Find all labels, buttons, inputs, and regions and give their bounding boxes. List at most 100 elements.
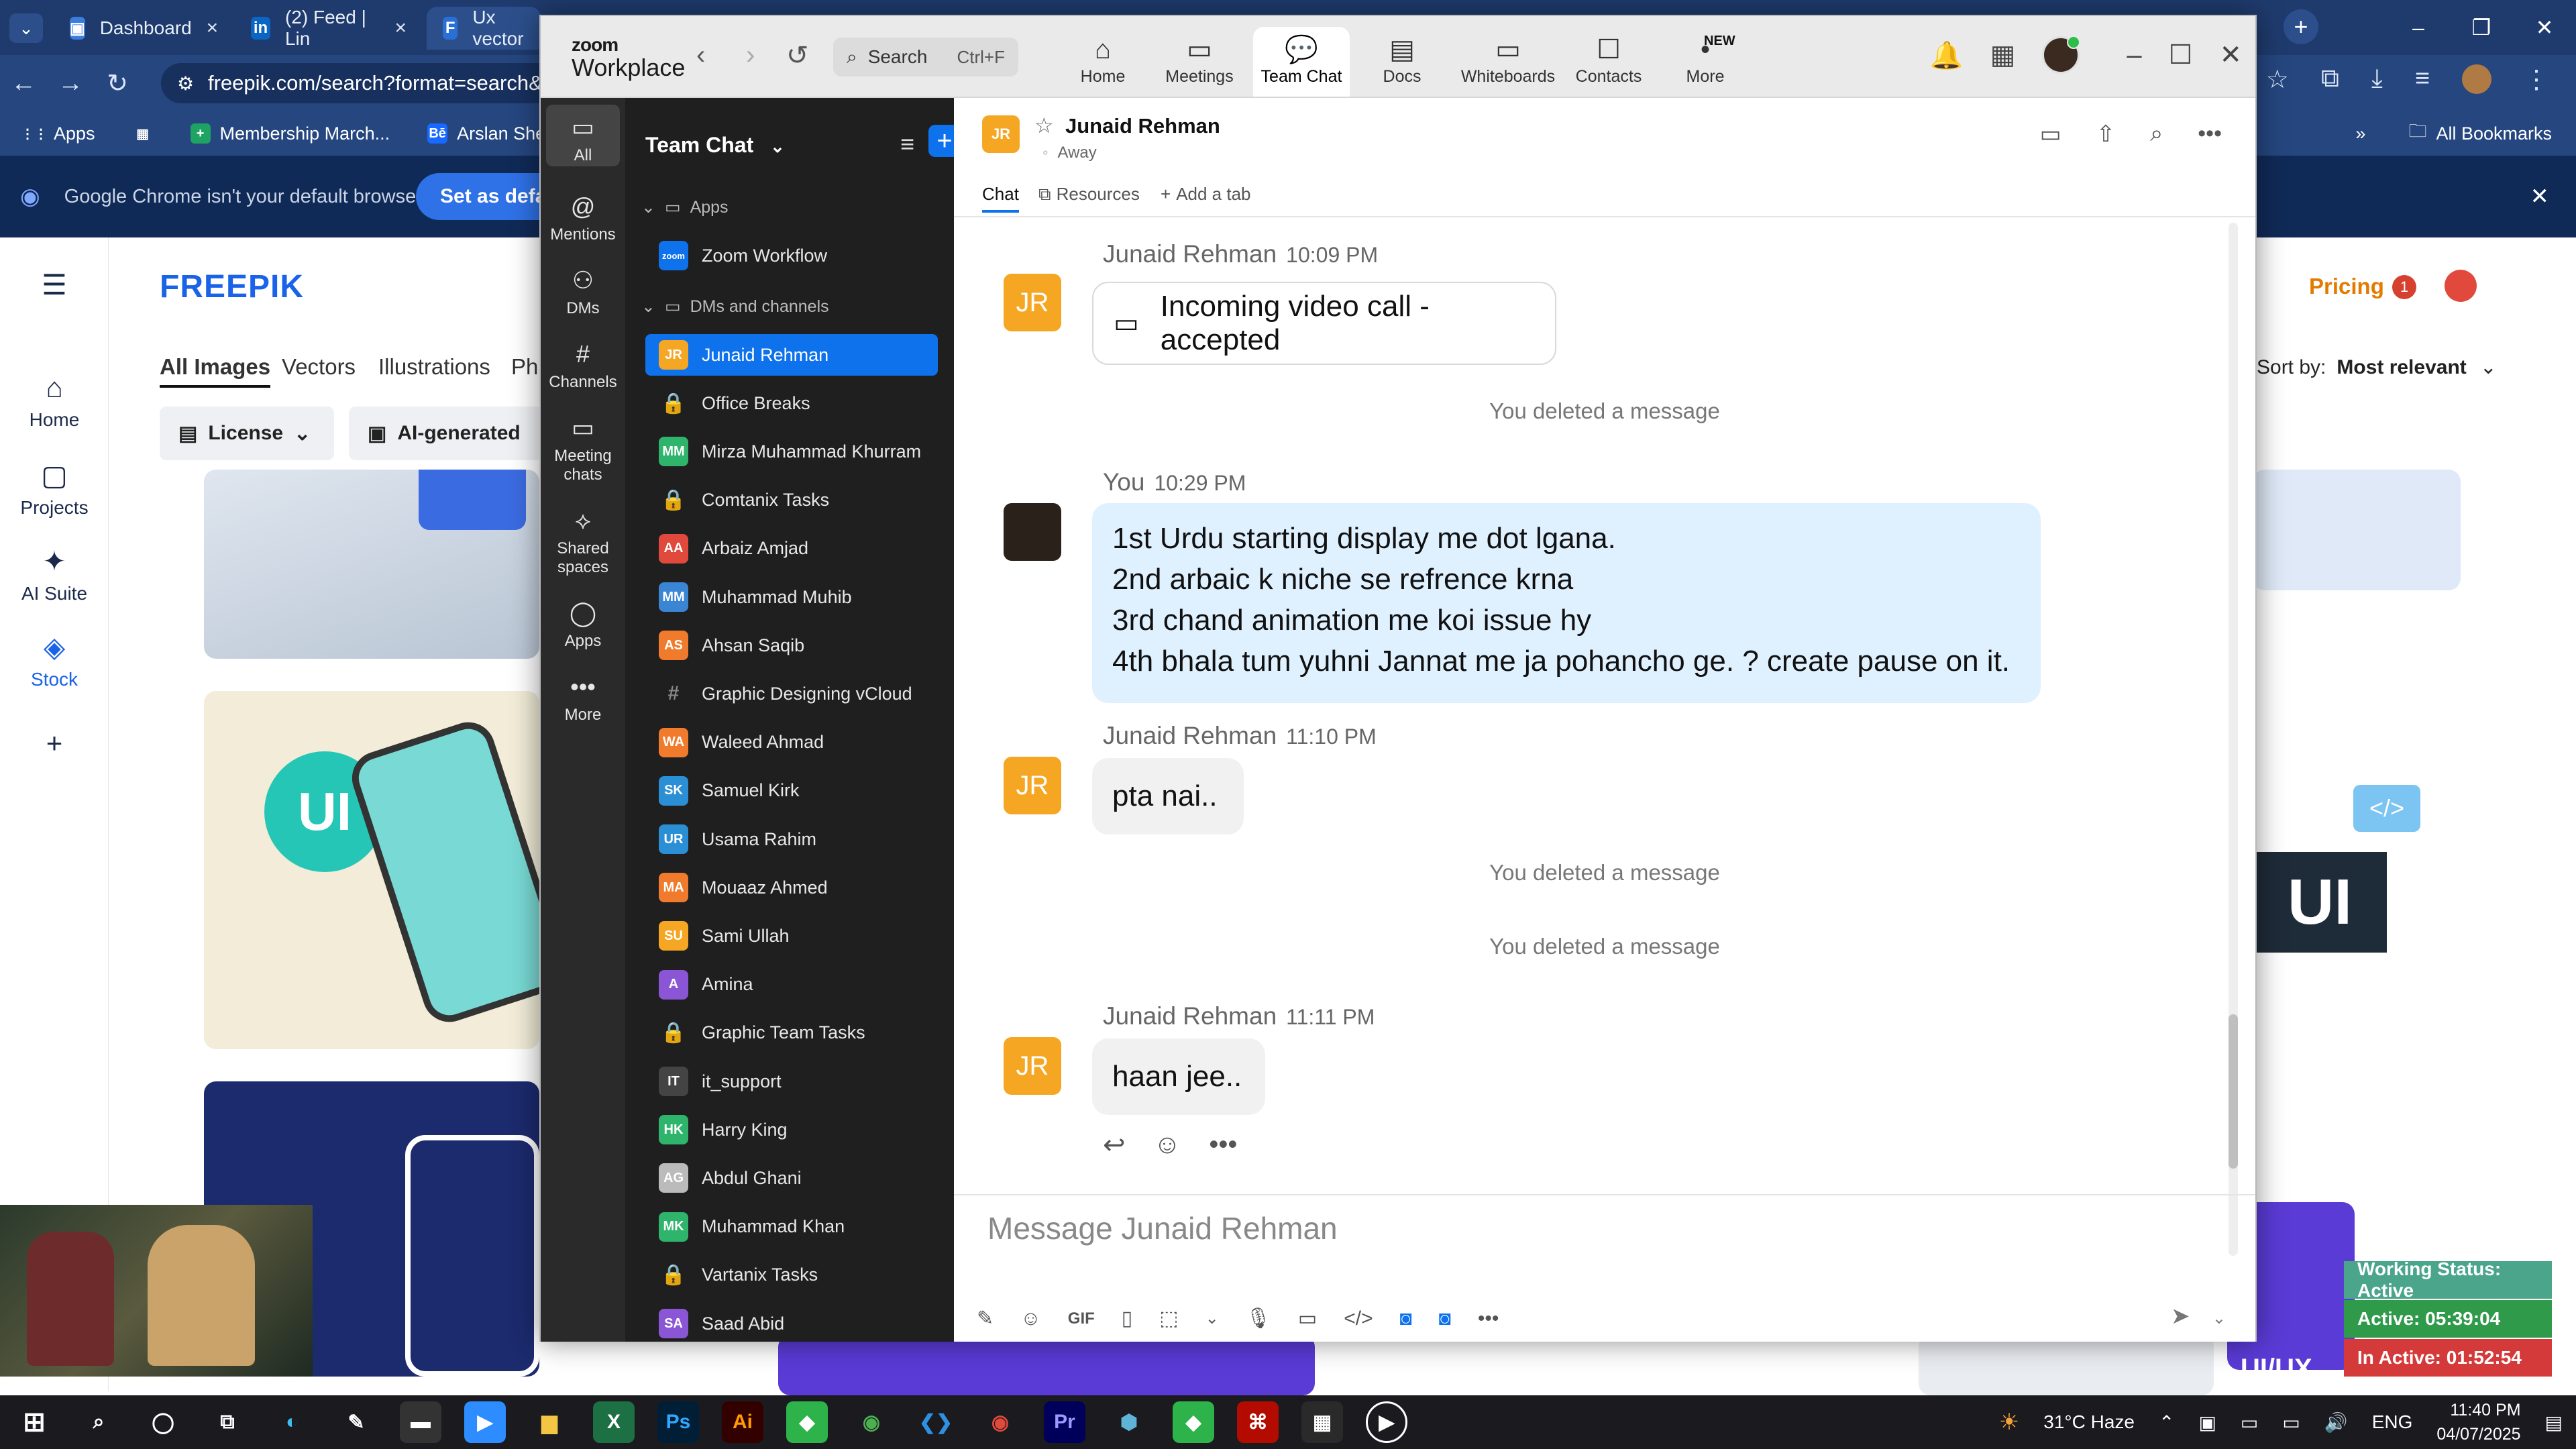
minimize-icon[interactable]: –	[2387, 0, 2450, 55]
zoom-profile-avatar[interactable]	[2042, 36, 2081, 74]
screenshot-icon[interactable]: ⬚	[1159, 1307, 1178, 1330]
maximize-icon[interactable]: ☐	[2169, 40, 2193, 70]
chrome-profile-icon[interactable]: ◉	[979, 1401, 1021, 1443]
close-icon[interactable]: ×	[394, 17, 407, 40]
app-icon[interactable]: ◙	[1439, 1307, 1451, 1330]
app-icon[interactable]: ⬢	[1108, 1401, 1150, 1443]
call-message-bubble[interactable]: ▭ Incoming video call - accepted	[1092, 282, 1556, 365]
license-filter[interactable]: ▤ License ⌄	[160, 407, 334, 460]
emoji-icon[interactable]: ☺	[1020, 1307, 1041, 1330]
app-icon[interactable]: ◆	[786, 1401, 828, 1443]
list-item[interactable]: 🔒 Vartanix Tasks	[645, 1254, 938, 1296]
new-chat-button[interactable]: +	[928, 125, 954, 157]
tab-meetings[interactable]: ▭ Meetings	[1151, 27, 1248, 97]
video-call-icon[interactable]: ▭	[2040, 121, 2061, 148]
acrobat-icon[interactable]: ⌘	[1237, 1401, 1279, 1443]
close-icon[interactable]: ✕	[2219, 40, 2242, 70]
bookmark-apps[interactable]: ⋮⋮ Apps	[21, 123, 95, 144]
rail-meeting-chats[interactable]: ▭ Meeting chats	[541, 413, 625, 484]
contact-name[interactable]: Junaid Rehman	[1065, 114, 1220, 138]
message-bubble[interactable]: pta nai..	[1092, 758, 1244, 835]
sender-avatar[interactable]: JR	[1004, 757, 1061, 814]
nav-illustrations[interactable]: Illustrations	[378, 354, 490, 380]
premiere-icon[interactable]: Pr	[1044, 1401, 1085, 1443]
sort-dropdown[interactable]: Sort by: Most relevant ⌄	[2257, 356, 2497, 379]
browser-tab[interactable]: ▣ Dashboard ×	[54, 7, 229, 50]
list-item[interactable]: HK Harry King	[645, 1109, 938, 1150]
photoshop-icon[interactable]: Ps	[657, 1401, 699, 1443]
microphone-icon[interactable]: 🎙	[1246, 1307, 1271, 1330]
zoom-search[interactable]: ⌕ Search Ctrl+F	[833, 38, 1018, 76]
result-thumbnail[interactable]	[2253, 470, 2461, 590]
user-avatar[interactable]	[2445, 270, 2477, 302]
chevron-up-icon[interactable]: ⌃	[2159, 1411, 2174, 1434]
tab-whiteboards[interactable]: ▭ Whiteboards	[1454, 27, 1562, 97]
language-indicator[interactable]: ENG	[2372, 1411, 2413, 1433]
excel-icon[interactable]: X	[593, 1401, 635, 1443]
illustrator-icon[interactable]: Ai	[722, 1401, 763, 1443]
tab-search-button[interactable]: ⌄	[9, 13, 43, 43]
pricing-link[interactable]: Pricing	[2309, 274, 2384, 299]
nav-photos[interactable]: Ph	[511, 354, 538, 380]
vscode-icon[interactable]: ❮❯	[915, 1401, 957, 1443]
tab-contacts[interactable]: ☐ Contacts	[1560, 27, 1657, 97]
sender-avatar[interactable]	[1004, 503, 1061, 561]
list-item[interactable]: 🔒 Office Breaks	[645, 382, 938, 424]
list-item[interactable]: MA Mouaaz Ahmed	[645, 867, 938, 908]
list-item[interactable]: A Amina	[645, 964, 938, 1006]
tab-home[interactable]: ⌂ Home	[1055, 27, 1151, 97]
app-icon[interactable]: ◆	[1173, 1401, 1214, 1443]
all-bookmarks[interactable]: » 🗀 All Bookmarks	[2355, 111, 2552, 156]
add-reaction-icon[interactable]: ☺	[1154, 1130, 1181, 1161]
rail-stock[interactable]: ◈ Stock	[0, 631, 109, 690]
rail-home[interactable]: ⌂ Home	[0, 372, 109, 431]
close-icon[interactable]: ×	[207, 17, 219, 40]
reading-list-icon[interactable]: ≡	[2415, 64, 2430, 95]
more-options-icon[interactable]: •••	[1478, 1307, 1499, 1330]
app-icon[interactable]: ◙	[1400, 1307, 1412, 1330]
list-item[interactable]: AS Ahsan Saqib	[645, 625, 938, 666]
back-icon[interactable]: ‹	[696, 40, 705, 70]
format-icon[interactable]: ✎	[977, 1307, 994, 1330]
send-button[interactable]: ➤ ⌄	[2171, 1303, 2226, 1330]
network-icon[interactable]: ▭	[2241, 1411, 2258, 1434]
rail-add[interactable]: +	[0, 727, 109, 765]
section-apps[interactable]: ⌄ ▭ Apps	[641, 197, 729, 217]
chrome-icon[interactable]: ◉	[851, 1401, 892, 1443]
scrollbar-thumb[interactable]	[2229, 1014, 2238, 1169]
list-item[interactable]: AA Arbaiz Amjad	[645, 528, 938, 570]
close-icon[interactable]: ✕	[2513, 0, 2576, 55]
calendar-icon[interactable]: ▦	[1990, 40, 2016, 70]
search-icon[interactable]: ⌕	[2150, 121, 2163, 148]
system-clock[interactable]: 11:40 PM 04/07/2025	[2436, 1398, 2520, 1446]
forward-icon[interactable]: ›	[746, 40, 755, 70]
more-options-icon[interactable]: •••	[2198, 121, 2222, 148]
reply-icon[interactable]: ↩	[1103, 1130, 1126, 1161]
more-options-icon[interactable]: •••	[1209, 1130, 1237, 1161]
notification-badge[interactable]: 1	[2392, 275, 2416, 299]
tab-team-chat[interactable]: 💬 Team Chat	[1253, 27, 1350, 97]
team-chat-dropdown[interactable]: Team Chat ⌄	[645, 133, 785, 158]
bookmark-grid[interactable]: ▦	[133, 123, 153, 144]
list-item[interactable]: JR Junaid Rehman	[645, 334, 938, 376]
rail-shared-spaces[interactable]: ⟡ Shared spaces	[541, 506, 625, 577]
list-item[interactable]: SU Sami Ullah	[645, 915, 938, 957]
tab-chat[interactable]: Chat	[982, 184, 1019, 213]
list-item[interactable]: MK Muhammad Khan	[645, 1206, 938, 1248]
media-player-icon[interactable]: ▶	[1366, 1401, 1407, 1443]
nav-vectors[interactable]: Vectors	[282, 354, 356, 380]
list-item[interactable]: IT it_support	[645, 1061, 938, 1102]
rail-channels[interactable]: # Channels	[541, 339, 625, 392]
rail-projects[interactable]: ▢ Projects	[0, 459, 109, 519]
rail-more[interactable]: ••• More	[541, 672, 625, 724]
rail-dms[interactable]: ⚇ DMs	[541, 266, 625, 318]
zoom-app-icon[interactable]: ▶	[464, 1401, 506, 1443]
profile-avatar[interactable]	[2462, 64, 2491, 94]
cortana-icon[interactable]: ◯	[142, 1401, 184, 1443]
section-dms[interactable]: ⌄ ▭ DMs and channels	[641, 297, 829, 317]
contact-avatar[interactable]: JR	[982, 115, 1020, 153]
ai-generated-filter[interactable]: ▣ AI-generated	[349, 407, 543, 460]
restore-icon[interactable]: ❐	[2450, 0, 2513, 55]
message-scrollbar[interactable]	[2229, 223, 2238, 1256]
code-snippet-icon[interactable]: </>	[1344, 1307, 1373, 1330]
